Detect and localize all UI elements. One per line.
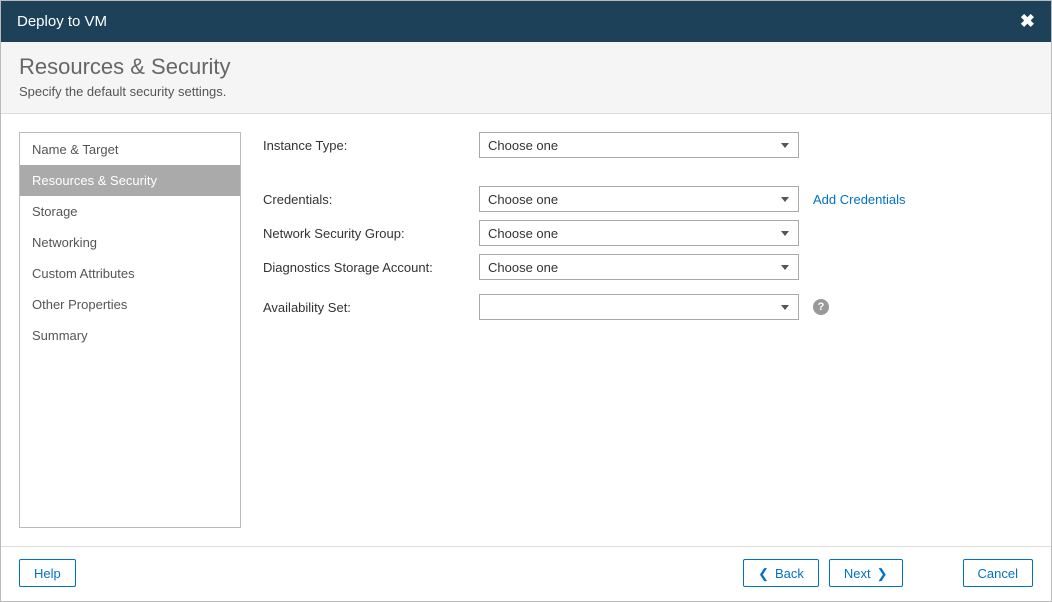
row-credentials: Credentials: Choose one Add Credentials: [263, 186, 1033, 212]
step-storage[interactable]: Storage: [20, 196, 240, 227]
button-label: Next: [844, 566, 871, 581]
deploy-dialog: Deploy to VM ✖ Resources & Security Spec…: [0, 0, 1052, 602]
dialog-body: Name & Target Resources & Security Stora…: [1, 114, 1051, 546]
close-icon[interactable]: ✖: [1020, 11, 1035, 32]
form-area: Instance Type: Choose one Credentials: C…: [263, 132, 1033, 528]
row-instance-type: Instance Type: Choose one: [263, 132, 1033, 158]
wizard-steps: Name & Target Resources & Security Stora…: [19, 132, 241, 528]
step-summary[interactable]: Summary: [20, 320, 240, 351]
row-diag-storage: Diagnostics Storage Account: Choose one: [263, 254, 1033, 280]
page-title: Resources & Security: [19, 54, 1033, 80]
label-instance-type: Instance Type:: [263, 138, 479, 153]
select-value: Choose one: [488, 226, 558, 241]
label-credentials: Credentials:: [263, 192, 479, 207]
select-instance-type[interactable]: Choose one: [479, 132, 799, 158]
step-other-properties[interactable]: Other Properties: [20, 289, 240, 320]
label-nsg: Network Security Group:: [263, 226, 479, 241]
label-diag-storage: Diagnostics Storage Account:: [263, 260, 479, 275]
back-button[interactable]: ❮ Back: [743, 559, 819, 587]
select-value: Choose one: [488, 138, 558, 153]
select-nsg[interactable]: Choose one: [479, 220, 799, 246]
page-subtitle: Specify the default security settings.: [19, 84, 1033, 99]
step-name-target[interactable]: Name & Target: [20, 134, 240, 165]
select-value: Choose one: [488, 260, 558, 275]
help-icon[interactable]: ?: [813, 299, 829, 315]
select-credentials[interactable]: Choose one: [479, 186, 799, 212]
button-label: Back: [775, 566, 804, 581]
step-custom-attributes[interactable]: Custom Attributes: [20, 258, 240, 289]
label-availability-set: Availability Set:: [263, 300, 479, 315]
select-availability-set[interactable]: [479, 294, 799, 320]
select-value: Choose one: [488, 192, 558, 207]
cancel-button[interactable]: Cancel: [963, 559, 1033, 587]
row-nsg: Network Security Group: Choose one: [263, 220, 1033, 246]
dialog-footer: Help ❮ Back Next ❯ Cancel: [1, 546, 1051, 601]
step-networking[interactable]: Networking: [20, 227, 240, 258]
page-header: Resources & Security Specify the default…: [1, 42, 1051, 114]
next-button[interactable]: Next ❯: [829, 559, 903, 587]
titlebar: Deploy to VM ✖: [1, 1, 1051, 42]
step-resources-security[interactable]: Resources & Security: [20, 165, 240, 196]
help-button[interactable]: Help: [19, 559, 76, 587]
chevron-left-icon: ❮: [758, 567, 769, 580]
button-label: Cancel: [978, 566, 1018, 581]
select-diag-storage[interactable]: Choose one: [479, 254, 799, 280]
add-credentials-link[interactable]: Add Credentials: [813, 192, 906, 207]
row-availability-set: Availability Set: ?: [263, 294, 1033, 320]
button-label: Help: [34, 566, 61, 581]
dialog-title: Deploy to VM: [17, 13, 107, 30]
chevron-right-icon: ❯: [877, 567, 888, 580]
